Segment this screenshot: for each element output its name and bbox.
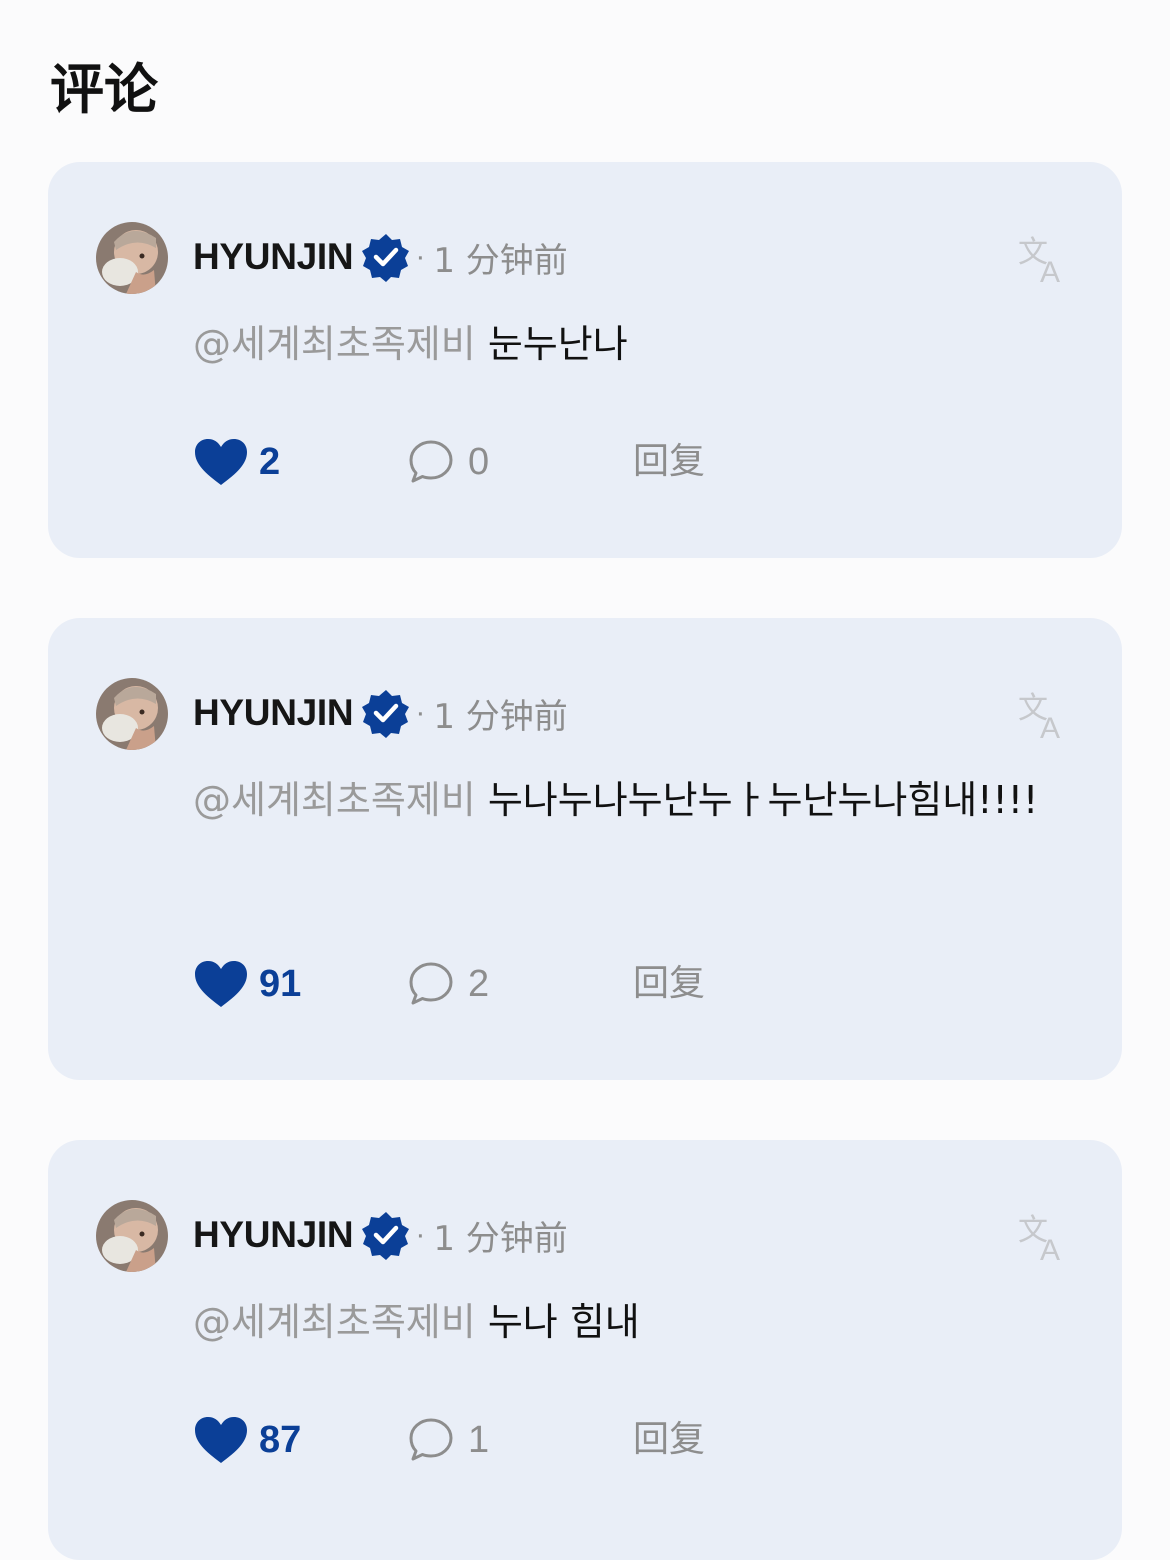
- comment-bubble-icon: [408, 961, 454, 1007]
- like-button[interactable]: 91: [193, 954, 301, 1014]
- separator-dot: ·: [415, 240, 426, 273]
- comment-body: 눈누난나: [487, 322, 628, 366]
- comment-actions: 2 0 回复: [193, 432, 893, 492]
- separator-dot: ·: [415, 696, 426, 729]
- comment-card: HYUNJIN · 1 分钟前 文 A @세계최초족제비 눈누난나 2 0 回复: [48, 162, 1122, 558]
- timestamp: 1 分钟前: [433, 240, 568, 281]
- comment-card: HYUNJIN · 1 分钟前 文 A @세계최초족제비 누나 힘내 87 1 …: [48, 1140, 1122, 1560]
- reply-count: 1: [468, 1418, 490, 1461]
- translate-icon[interactable]: 文 A: [1016, 232, 1070, 289]
- comment-text: @세계최초족제비 눈누난나: [193, 312, 1053, 376]
- author-name[interactable]: HYUNJIN: [193, 692, 354, 734]
- like-count: 87: [259, 1418, 302, 1461]
- like-count: 91: [259, 962, 302, 1005]
- comment-actions: 91 2 回复: [193, 954, 893, 1014]
- svg-text:A: A: [1040, 256, 1060, 286]
- avatar[interactable]: [96, 222, 168, 294]
- comment-header: HYUNJIN · 1 分钟前: [193, 232, 568, 282]
- comment-text: @세계최초족제비 누나누나누난누ㅏ누난누나힘내!!!!: [193, 768, 1053, 832]
- avatar[interactable]: [96, 678, 168, 750]
- avatar[interactable]: [96, 1200, 168, 1272]
- like-count: 2: [259, 440, 281, 483]
- comment-bubble-icon: [408, 1417, 454, 1463]
- author-name[interactable]: HYUNJIN: [193, 1214, 354, 1256]
- comments-count-button[interactable]: 2: [408, 954, 489, 1014]
- reply-button[interactable]: 回复: [633, 432, 705, 492]
- reply-button[interactable]: 回复: [633, 954, 705, 1014]
- comment-header: HYUNJIN · 1 分钟前: [193, 688, 568, 738]
- reply-count: 0: [468, 440, 490, 483]
- author-name[interactable]: HYUNJIN: [193, 236, 354, 278]
- mention-link[interactable]: @세계최초족제비: [193, 1300, 476, 1344]
- translate-icon[interactable]: 文 A: [1016, 688, 1070, 745]
- comment-body: 누나 힘내: [487, 1300, 640, 1344]
- page-title: 评论: [50, 58, 158, 121]
- heart-icon: [193, 1415, 249, 1465]
- comment-header: HYUNJIN · 1 分钟前: [193, 1210, 568, 1260]
- mention-link[interactable]: @세계최초족제비: [193, 322, 476, 366]
- comment-body: 누나누나누난누ㅏ누난누나힘내!!!!: [487, 778, 1039, 822]
- svg-text:A: A: [1040, 1234, 1060, 1264]
- like-button[interactable]: 87: [193, 1410, 301, 1470]
- translate-icon[interactable]: 文 A: [1016, 1210, 1070, 1267]
- heart-icon: [193, 959, 249, 1009]
- comment-bubble-icon: [408, 439, 454, 485]
- like-button[interactable]: 2: [193, 432, 280, 492]
- separator-dot: ·: [415, 1218, 426, 1251]
- reply-button[interactable]: 回复: [633, 1410, 705, 1470]
- verified-badge-icon: [361, 232, 411, 282]
- comment-text: @세계최초족제비 누나 힘내: [193, 1290, 1053, 1354]
- svg-text:A: A: [1040, 712, 1060, 742]
- verified-badge-icon: [361, 1210, 411, 1260]
- timestamp: 1 分钟前: [433, 1218, 568, 1259]
- heart-icon: [193, 437, 249, 487]
- verified-badge-icon: [361, 688, 411, 738]
- reply-count: 2: [468, 962, 490, 1005]
- comments-count-button[interactable]: 1: [408, 1410, 489, 1470]
- timestamp: 1 分钟前: [433, 696, 568, 737]
- mention-link[interactable]: @세계최초족제비: [193, 778, 476, 822]
- comments-count-button[interactable]: 0: [408, 432, 489, 492]
- comment-card: HYUNJIN · 1 分钟前 文 A @세계최초족제비 누나누나누난누ㅏ누난누…: [48, 618, 1122, 1080]
- comment-actions: 87 1 回复: [193, 1410, 893, 1470]
